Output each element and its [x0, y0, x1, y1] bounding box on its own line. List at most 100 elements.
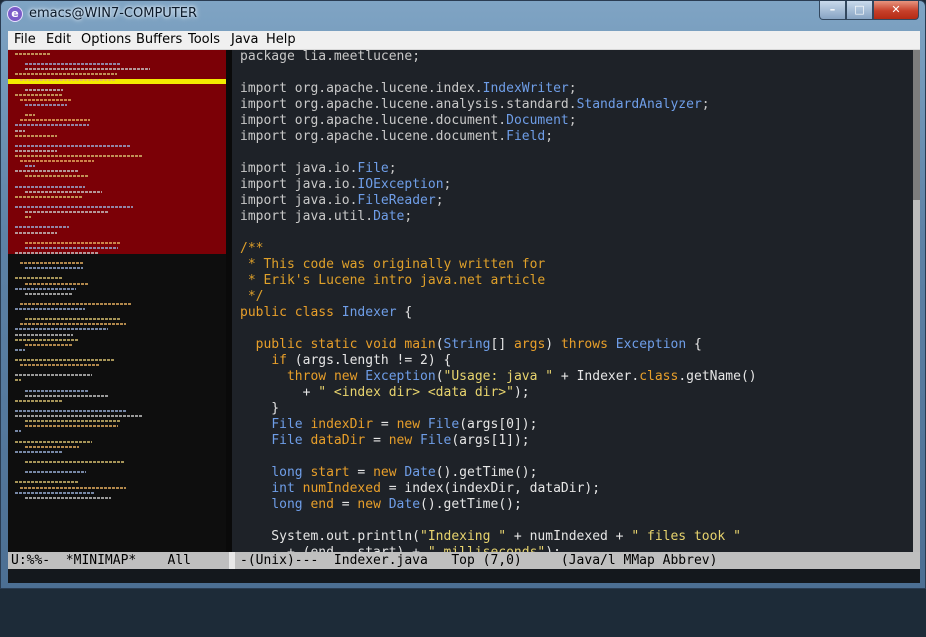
code-token: java.io.: [294, 161, 358, 176]
maximize-icon: □: [854, 3, 865, 16]
code-token: public: [240, 305, 295, 320]
minimize-button[interactable]: –: [819, 1, 846, 20]
code-token: ;: [701, 97, 710, 112]
code-token: import: [240, 209, 295, 224]
code-token: Field: [506, 129, 546, 144]
code-line: import org.apache.lucene.document.Field;: [240, 129, 757, 145]
minimap-line: [15, 415, 143, 418]
code-token: +: [240, 385, 319, 400]
minimap-line: [15, 53, 51, 55]
code-token: }: [240, 401, 280, 416]
minimap-line: [25, 282, 89, 285]
menu-tools[interactable]: Tools: [188, 32, 220, 48]
minimap-line: [25, 211, 109, 214]
code-token: (: [435, 369, 444, 384]
code-token: =: [373, 417, 397, 432]
code-line: import java.io.IOException;: [240, 177, 757, 193]
code-token: );: [545, 545, 561, 552]
code-token: class: [639, 369, 679, 384]
code-token: File: [357, 161, 389, 176]
menu-buffers[interactable]: Buffers: [136, 32, 182, 48]
code-token: import: [240, 81, 295, 96]
code-line: package lia.meetlucene;: [240, 50, 757, 65]
code-token: IOException: [357, 177, 444, 192]
minimap-line: [25, 471, 86, 474]
minimap-line: [15, 338, 79, 341]
minimap-line: [15, 231, 57, 234]
menu-bar: File Edit Options Buffers Tools Java Hel…: [8, 31, 920, 50]
minimap-line: [25, 445, 80, 448]
minimap-line: [25, 88, 64, 91]
menu-file[interactable]: File: [14, 32, 36, 48]
minimap-line: [15, 206, 134, 208]
minimap-line: [25, 318, 121, 321]
code-token: System.out.println(: [240, 529, 421, 544]
code-token: package: [240, 50, 303, 64]
minimap-line: [15, 277, 63, 280]
code-token: (: [435, 337, 444, 352]
code-line: import org.apache.lucene.index.IndexWrit…: [240, 81, 757, 97]
maximize-button[interactable]: □: [846, 1, 873, 20]
code-token: =: [365, 433, 389, 448]
code-token: import: [240, 129, 295, 144]
code-token: main: [404, 337, 436, 352]
emacs-frame: package lia.meetlucene; import org.apach…: [8, 50, 920, 569]
code-token: end: [310, 497, 334, 512]
code-token: java.io.: [294, 177, 358, 192]
menu-help[interactable]: Help: [266, 32, 296, 48]
minimap-line: [15, 185, 86, 188]
close-button[interactable]: ✕: [873, 1, 919, 20]
code-token: Indexer: [341, 305, 397, 320]
menu-options[interactable]: Options: [81, 32, 131, 48]
title-bar[interactable]: e emacs@WIN7-COMPUTER – □ ✕: [1, 1, 925, 31]
minimap-line: [15, 399, 63, 402]
minimap-line: [15, 481, 79, 484]
minimap-pane[interactable]: [8, 50, 226, 552]
code-line: long end = new Date().getTime();: [240, 497, 757, 513]
minimap-line: [15, 73, 118, 76]
minimap-line: [15, 155, 143, 157]
code-token: org.apache.lucene.document.: [294, 129, 507, 144]
code-token: start: [310, 465, 350, 480]
code-token: long: [271, 497, 311, 512]
code-token: new: [373, 465, 405, 480]
code-editor[interactable]: package lia.meetlucene; import org.apach…: [232, 50, 913, 552]
code-token: Date: [388, 497, 421, 512]
minimap-line: [20, 78, 116, 81]
code-line: import java.util.Date;: [240, 209, 757, 225]
minimap-line: [15, 195, 83, 198]
code-token: {: [686, 337, 702, 352]
code-line: import org.apache.lucene.analysis.standa…: [240, 97, 757, 113]
scrollbar-thumb[interactable]: [913, 50, 920, 200]
minimap-line: [15, 379, 22, 382]
minimap-line: [15, 287, 76, 290]
minimap-line: [20, 486, 126, 489]
minimap-line: [25, 496, 112, 499]
vertical-scrollbar[interactable]: [913, 50, 920, 552]
echo-area[interactable]: [8, 569, 920, 583]
code-line: + (end - start) + " milliseconds");: [240, 545, 757, 552]
code-token: "Usage: java ": [443, 369, 554, 384]
minimap-line: [25, 292, 73, 295]
code-line: * Erik's Lucene intro java.net article: [240, 273, 757, 289]
code-token: args: [513, 337, 546, 352]
menu-java[interactable]: Java: [231, 32, 258, 48]
code-line: long start = new Date().getTime();: [240, 465, 757, 481]
code-token: org.apache.lucene.document.: [294, 113, 507, 128]
minimap-line: [15, 410, 127, 412]
code-token: lia.meetlucene;: [302, 50, 421, 64]
minimap-line: [20, 98, 72, 101]
menu-edit[interactable]: Edit: [46, 32, 71, 48]
code-token: File: [420, 433, 452, 448]
code-token: ): [545, 337, 561, 352]
code-token: ;: [568, 113, 577, 128]
code-token: numIndexed: [302, 481, 381, 496]
